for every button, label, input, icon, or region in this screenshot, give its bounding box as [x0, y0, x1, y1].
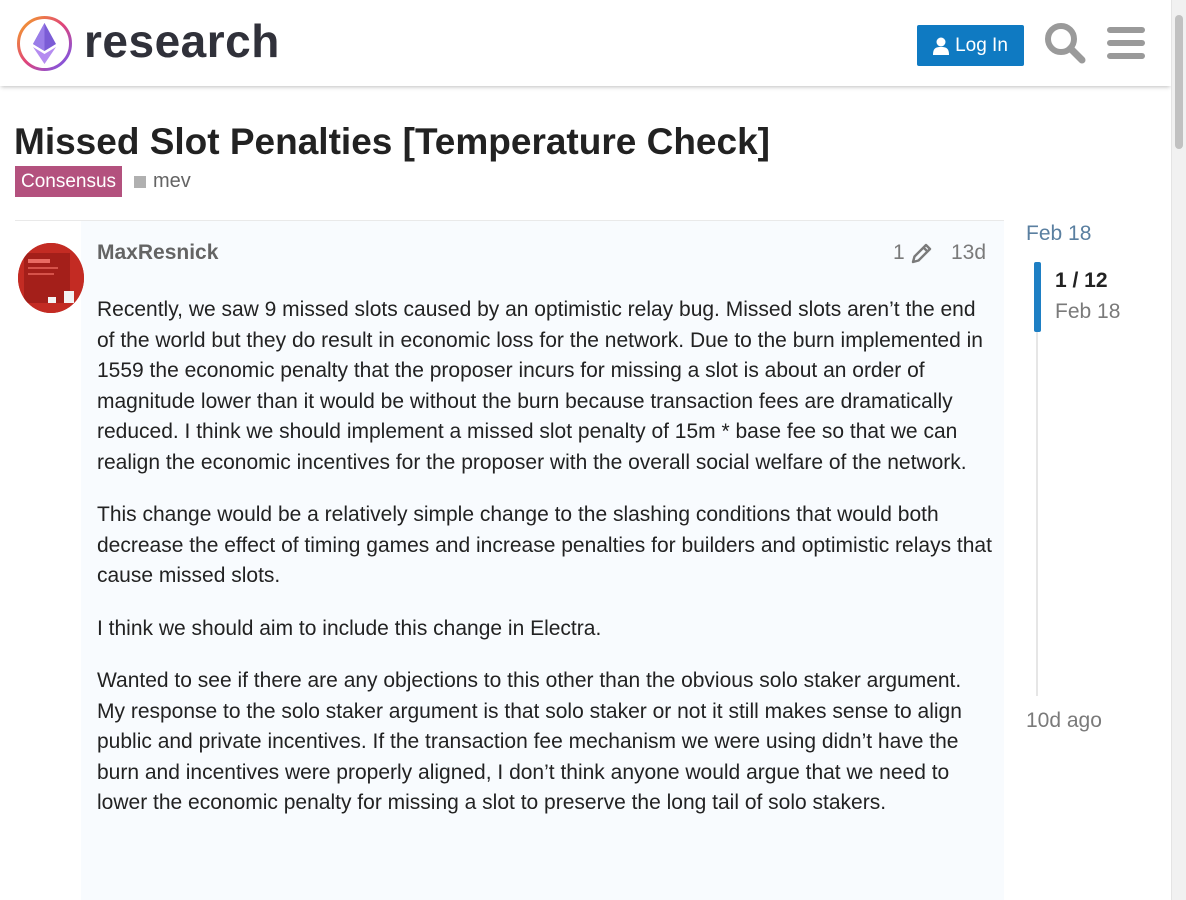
tag-square-icon: [134, 175, 146, 188]
post-paragraph: I think we should aim to include this ch…: [97, 616, 602, 640]
scrollbar-thumb[interactable]: [1175, 15, 1183, 149]
timeline-start-date[interactable]: Feb 18: [1026, 222, 1091, 246]
search-icon[interactable]: [1044, 22, 1086, 64]
post-paragraph: Recently, we saw 9 missed slots caused b…: [97, 298, 983, 474]
page-scrollbar[interactable]: [1171, 0, 1186, 900]
site-header: research Log In: [0, 0, 1171, 86]
pencil-icon: [911, 243, 931, 264]
post-paragraph: Wanted to see if there are any objection…: [97, 669, 962, 814]
hamburger-menu-icon[interactable]: [1107, 26, 1145, 60]
timeline-position-date: Feb 18: [1055, 300, 1121, 323]
site-logo-icon[interactable]: [16, 15, 73, 72]
category-badge[interactable]: Consensus: [15, 166, 123, 197]
post-body: Recently, we saw 9 missed slots caused b…: [97, 295, 992, 841]
login-label: Log In: [955, 34, 1008, 56]
user-icon: [933, 37, 950, 55]
post-author[interactable]: MaxResnick: [97, 241, 218, 265]
avatar[interactable]: [18, 243, 84, 313]
edit-history-button[interactable]: 1: [893, 241, 933, 265]
timeline-scroll-handle[interactable]: [1034, 262, 1041, 332]
login-button[interactable]: Log In: [917, 25, 1024, 66]
tag-mev[interactable]: mev: [134, 170, 191, 193]
edit-count: 1: [893, 241, 905, 264]
tag-label: mev: [153, 170, 191, 192]
timeline-end-date[interactable]: 10d ago: [1026, 709, 1102, 733]
post-date[interactable]: 13d: [951, 241, 986, 265]
site-name[interactable]: research: [84, 14, 280, 68]
topic-title[interactable]: Missed Slot Penalties [Temperature Check…: [14, 121, 770, 163]
timeline-position: 1 / 12: [1055, 269, 1108, 292]
post-paragraph: This change would be a relatively simple…: [97, 503, 992, 587]
